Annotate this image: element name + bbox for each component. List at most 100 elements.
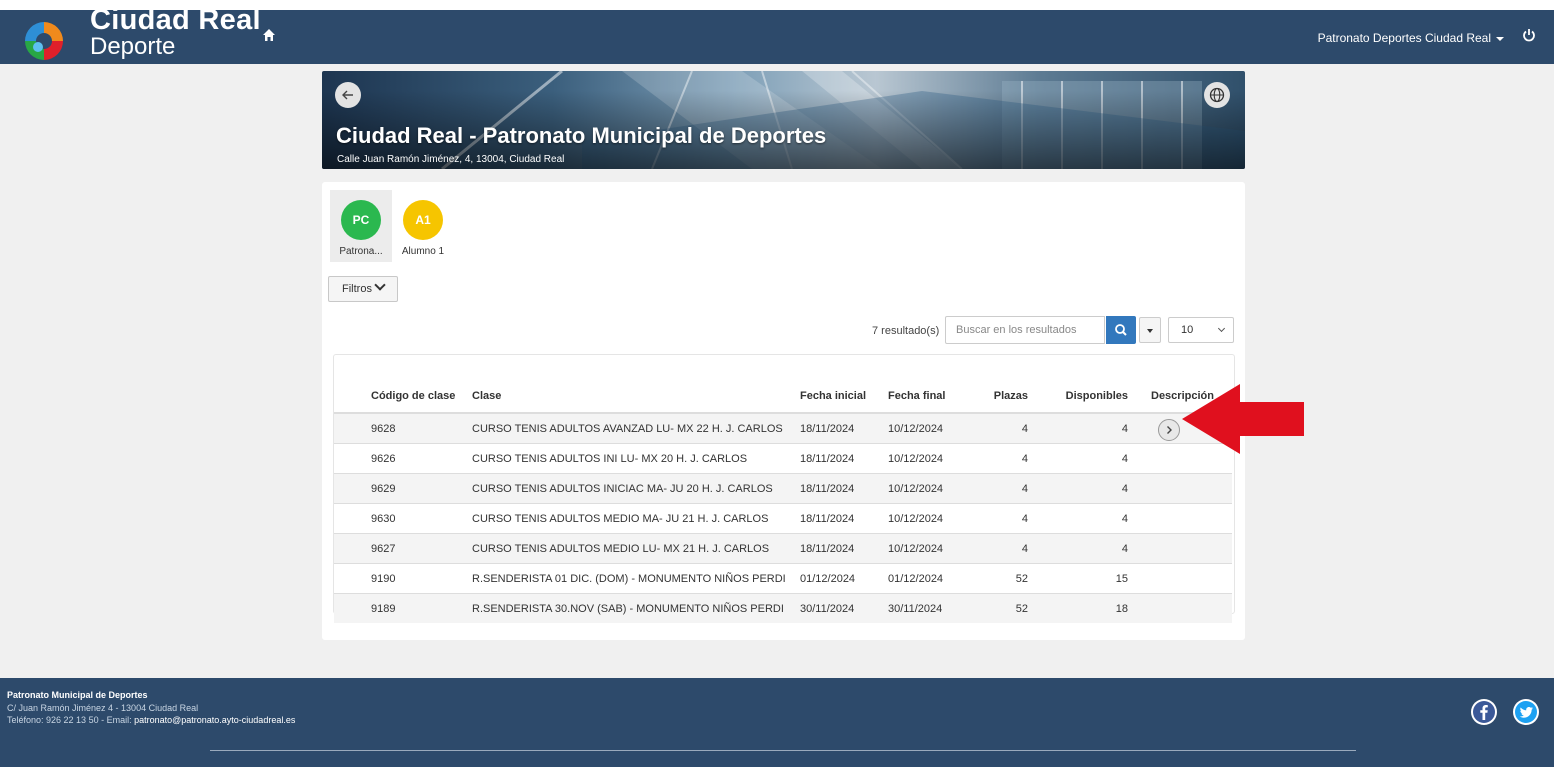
cell-places: 52 <box>958 563 1028 594</box>
avatar: PC <box>341 200 381 240</box>
twitter-icon[interactable] <box>1512 698 1540 726</box>
cell-end: 10/12/2024 <box>888 473 958 504</box>
home-icon[interactable] <box>261 27 277 43</box>
header-end-date[interactable]: Fecha final <box>888 355 958 414</box>
footer-title: Patronato Municipal de Deportes <box>7 690 148 700</box>
table-row[interactable]: 9626 CURSO TENIS ADULTOS INI LU- MX 20 H… <box>334 443 1232 474</box>
power-icon[interactable] <box>1521 27 1537 43</box>
cell-class: R.SENDERISTA 30.NOV (SAB) - MONUMENTO NI… <box>472 593 800 623</box>
filters-button[interactable]: Filtros <box>328 276 398 302</box>
footer-email-link[interactable]: patronato@patronato.ayto-ciudadreal.es <box>134 715 295 725</box>
header-class[interactable]: Clase <box>472 355 800 414</box>
classes-table: Código de clase Clase Fecha inicial Fech… <box>333 354 1235 623</box>
header-places[interactable]: Plazas <box>958 355 1028 414</box>
cell-start: 18/11/2024 <box>800 412 888 444</box>
cell-places: 52 <box>958 593 1028 623</box>
cell-places: 4 <box>958 533 1028 564</box>
cell-class: R.SENDERISTA 01 DIC. (DOM) - MONUMENTO N… <box>472 563 800 594</box>
cell-code: 9630 <box>371 503 472 534</box>
cell-end: 01/12/2024 <box>888 563 958 594</box>
cell-class: CURSO TENIS ADULTOS MEDIO MA- JU 21 H. J… <box>472 503 800 534</box>
cell-available: 4 <box>1028 443 1128 474</box>
person-patronato[interactable]: PC Patrona... <box>330 190 392 262</box>
chevron-right-icon <box>1167 425 1172 434</box>
cell-code: 9189 <box>371 593 472 623</box>
cell-available: 4 <box>1028 533 1128 564</box>
facility-title: Ciudad Real - Patronato Municipal de Dep… <box>336 123 827 148</box>
table-row[interactable]: 9627 CURSO TENIS ADULTOS MEDIO LU- MX 21… <box>334 533 1232 564</box>
cell-class: CURSO TENIS ADULTOS INICIAC MA- JU 20 H.… <box>472 473 800 504</box>
filters-label: Filtros <box>342 283 372 295</box>
logo-icon[interactable] <box>16 18 72 64</box>
language-button[interactable] <box>1204 82 1230 108</box>
table-row[interactable]: 9189 R.SENDERISTA 30.NOV (SAB) - MONUMEN… <box>334 593 1232 623</box>
table-row[interactable]: 9628 CURSO TENIS ADULTOS AVANZAD LU- MX … <box>334 412 1232 444</box>
brand-subtitle: Deporte <box>90 33 176 60</box>
cell-places: 4 <box>958 503 1028 534</box>
cell-class: CURSO TENIS ADULTOS MEDIO LU- MX 21 H. J… <box>472 533 800 564</box>
cell-places: 4 <box>958 412 1028 444</box>
cell-end: 30/11/2024 <box>888 593 958 623</box>
caret-down-icon <box>1147 329 1153 333</box>
back-arrow-icon <box>342 90 353 100</box>
header-code[interactable]: Código de clase <box>371 355 472 414</box>
page-size-select[interactable]: 10 <box>1168 317 1234 343</box>
description-button[interactable] <box>1158 418 1180 441</box>
cell-available: 15 <box>1028 563 1128 594</box>
person-alumno-1[interactable]: A1 Alumno 1 <box>392 190 454 262</box>
cell-available: 4 <box>1028 473 1128 504</box>
highlight-arrow-icon <box>1182 384 1304 454</box>
cell-start: 18/11/2024 <box>800 533 888 564</box>
cell-start: 01/12/2024 <box>800 563 888 594</box>
page-size-value: 10 <box>1181 324 1194 336</box>
cell-class: CURSO TENIS ADULTOS AVANZAD LU- MX 22 H.… <box>472 412 800 444</box>
person-label: Patrona... <box>339 246 383 257</box>
cell-available: 4 <box>1028 412 1128 444</box>
table-row[interactable]: 9190 R.SENDERISTA 01 DIC. (DOM) - MONUME… <box>334 563 1232 594</box>
results-count: 7 resultado(s) <box>872 325 940 337</box>
cell-start: 18/11/2024 <box>800 503 888 534</box>
cell-code: 9627 <box>371 533 472 564</box>
cell-end: 10/12/2024 <box>888 533 958 564</box>
search-button[interactable] <box>1106 316 1136 344</box>
cell-available: 18 <box>1028 593 1128 623</box>
cell-code: 9190 <box>371 563 472 594</box>
back-button[interactable] <box>335 82 361 108</box>
facility-banner: Ciudad Real - Patronato Municipal de Dep… <box>322 71 1245 169</box>
cell-end: 10/12/2024 <box>888 443 958 474</box>
avatar: A1 <box>403 200 443 240</box>
cell-end: 10/12/2024 <box>888 412 958 444</box>
cell-places: 4 <box>958 473 1028 504</box>
user-menu-label: Patronato Deportes Ciudad Real <box>1317 31 1491 45</box>
facebook-icon[interactable] <box>1470 698 1498 726</box>
search-icon <box>1115 324 1127 336</box>
search-options-dropdown[interactable] <box>1139 317 1161 343</box>
user-menu-dropdown[interactable]: Patronato Deportes Ciudad Real <box>1318 31 1504 45</box>
header-start-date[interactable]: Fecha inicial <box>800 355 888 414</box>
cell-start: 18/11/2024 <box>800 443 888 474</box>
search-input[interactable] <box>945 316 1105 344</box>
footer: Patronato Municipal de Deportes C/ Juan … <box>0 678 1554 767</box>
footer-divider <box>210 750 1356 751</box>
chevron-down-icon <box>1217 324 1226 333</box>
table-row[interactable]: 9630 CURSO TENIS ADULTOS MEDIO MA- JU 21… <box>334 503 1232 534</box>
footer-contact: Teléfono: 926 22 13 50 - Email: patronat… <box>7 715 295 725</box>
globe-icon <box>1209 87 1225 103</box>
header-available[interactable]: Disponibles <box>1028 355 1128 414</box>
table-row[interactable]: 9629 CURSO TENIS ADULTOS INICIAC MA- JU … <box>334 473 1232 504</box>
cell-code: 9626 <box>371 443 472 474</box>
navbar: Ciudad Real Deporte Patronato Deportes C… <box>0 4 1554 64</box>
cell-end: 10/12/2024 <box>888 503 958 534</box>
footer-address: C/ Juan Ramón Jiménez 4 - 13004 Ciudad R… <box>7 703 199 713</box>
cell-places: 4 <box>958 443 1028 474</box>
person-label: Alumno 1 <box>401 246 445 257</box>
facility-address: Calle Juan Ramón Jiménez, 4, 13004, Ciud… <box>337 154 565 165</box>
table-header-row: Código de clase Clase Fecha inicial Fech… <box>334 355 1232 414</box>
cell-class: CURSO TENIS ADULTOS INI LU- MX 20 H. J. … <box>472 443 800 474</box>
cell-code: 9628 <box>371 412 472 444</box>
cell-start: 18/11/2024 <box>800 473 888 504</box>
classes-panel: PC Patrona... A1 Alumno 1 Filtros 7 resu… <box>322 182 1245 640</box>
cell-code: 9629 <box>371 473 472 504</box>
caret-down-icon <box>1496 36 1504 41</box>
cell-start: 30/11/2024 <box>800 593 888 623</box>
